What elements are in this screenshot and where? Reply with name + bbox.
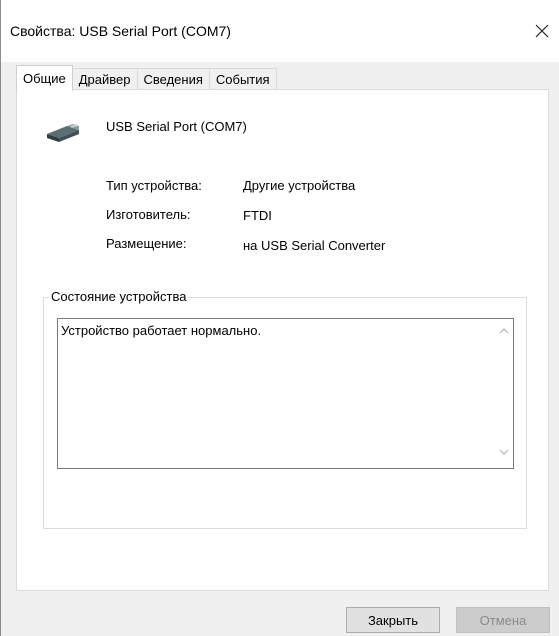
close-button[interactable]: Закрыть	[346, 607, 440, 633]
manufacturer-value: FTDI	[243, 208, 272, 223]
title-bar: Свойства: USB Serial Port (COM7)	[1, 0, 559, 62]
tab-details-label: Сведения	[143, 72, 203, 87]
chevron-down-icon[interactable]	[499, 449, 509, 455]
location-label: Размещение:	[106, 236, 187, 251]
device-type-label: Тип устройства:	[106, 178, 202, 193]
chevron-up-icon[interactable]	[499, 328, 509, 334]
dialog-footer: Закрыть Отмена	[1, 591, 559, 636]
window-title: Свойства: USB Serial Port (COM7)	[10, 23, 231, 39]
device-type-value: Другие устройства	[243, 178, 356, 193]
tab-details[interactable]: Сведения	[136, 68, 210, 90]
serial-port-icon	[47, 124, 79, 142]
device-name: USB Serial Port (COM7)	[106, 119, 247, 134]
tab-driver-label: Драйвер	[78, 72, 131, 87]
location-value: на USB Serial Converter	[243, 238, 386, 253]
tab-strip: Общие Драйвер Сведения События	[16, 65, 277, 91]
device-status-textbox[interactable]: Устройство работает нормально.	[57, 318, 514, 469]
tab-general[interactable]: Общие	[16, 65, 73, 91]
status-scrollbar[interactable]	[495, 319, 513, 468]
tab-events[interactable]: События	[208, 68, 277, 90]
manufacturer-label: Изготовитель:	[106, 207, 191, 222]
cancel-button[interactable]: Отмена	[456, 607, 550, 633]
properties-dialog: Свойства: USB Serial Port (COM7) Общие Д…	[0, 0, 559, 636]
close-icon	[535, 24, 549, 38]
tab-driver[interactable]: Драйвер	[71, 68, 138, 90]
device-status-text: Устройство работает нормально.	[61, 323, 262, 338]
general-tab-panel: USB Serial Port (COM7) Тип устройства: Д…	[16, 89, 549, 591]
device-status-group: Состояние устройства Устройство работает…	[43, 289, 527, 529]
close-window-button[interactable]	[525, 14, 559, 48]
tab-events-label: События	[215, 72, 270, 87]
tab-general-label: Общие	[23, 71, 66, 86]
device-status-title: Состояние устройства	[49, 289, 189, 304]
